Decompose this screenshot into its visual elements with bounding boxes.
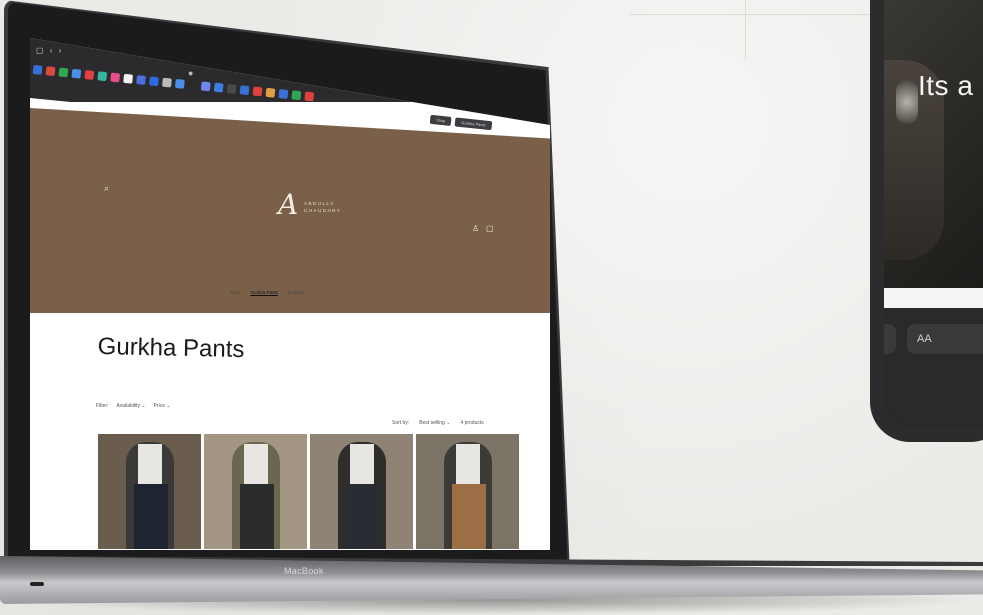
filter-label: Filter: [96,403,109,409]
product-shirt [138,444,162,489]
background-line [630,14,875,15]
bookmark-icon[interactable] [213,82,224,93]
bookmark-icon[interactable] [200,80,211,91]
bookmark-icon[interactable] [252,86,263,96]
product-pants [346,484,380,549]
bookmark-icon[interactable] [32,64,43,75]
filter-price-dropdown[interactable]: Price ⌄ [154,403,171,409]
watch-icon [896,80,918,124]
bookmark-icon[interactable] [226,83,237,94]
bookmark-icon[interactable] [45,65,56,76]
bookmark-icon[interactable] [58,67,69,77]
background-line [745,0,746,60]
product-pants [240,484,274,549]
phone-back-button[interactable] [884,324,896,354]
product-shirt [244,444,268,489]
bookmark-icon[interactable] [278,88,289,99]
bookmark-icon[interactable] [110,72,121,82]
phone-tagline: Its a [918,70,974,101]
product-shirt [456,444,480,489]
product-pants [134,484,168,549]
product-card[interactable] [416,434,519,549]
phone-screen: AA [884,0,983,428]
product-card[interactable] [204,434,307,549]
search-icon[interactable]: ⌕ [104,183,109,194]
sort-bar: Sort by: Best selling ⌄ 4 products [392,420,484,426]
text-size-button[interactable]: AA [907,324,983,354]
page-title: Gurkha Pants [97,333,245,364]
filter-bar: Filter: Availability ⌄ Price ⌄ [96,403,171,409]
product-grid [98,434,519,549]
usb-port [30,582,44,586]
phone-content-strip [884,288,983,308]
bookmark-icon[interactable] [71,68,82,79]
bookmark-icon[interactable] [149,75,159,86]
bookmark-icon[interactable] [84,69,95,80]
bookmark-icon[interactable] [123,73,134,84]
bookmark-icon[interactable] [162,77,172,87]
logo-monogram: A [278,188,299,221]
bookmark-icon[interactable] [136,74,147,85]
sort-label: Sort by: [392,420,410,426]
window-controls-icon[interactable]: ▢ ‹ › [36,46,63,55]
product-pants [452,484,486,549]
bookmark-icon[interactable] [175,78,185,89]
nav-item-contact[interactable]: Contact [288,290,304,295]
cart-icon[interactable]: ▢ [486,224,494,233]
bookmark-icon[interactable] [265,87,276,98]
account-icon[interactable]: ♙ [472,224,479,233]
product-count: 4 products [460,420,484,426]
product-card[interactable] [310,434,413,549]
bookmark-icon[interactable] [239,84,250,95]
sort-select[interactable]: Best selling ⌄ [419,420,450,426]
nav-item-shop[interactable]: Shop [230,290,241,295]
product-shirt [350,444,374,489]
phone-browser-toolbar: AA [884,308,983,428]
bookmark-icon[interactable] [304,91,315,101]
logo-brand-text: ABDULLA CHAUDHRY [304,201,342,213]
store-nav: Shop Gurkha Pants Contact [230,290,304,295]
device-label: MacBook [284,566,324,576]
filter-availability-dropdown[interactable]: Availability ⌄ [117,403,146,409]
bookmark-icon[interactable] [291,89,302,100]
bookmark-icon[interactable] [187,79,198,90]
product-card[interactable] [98,434,201,549]
laptop-screen: ▢ ‹ › ● gurkhapants.com [30,38,550,550]
browser-tab[interactable]: Shop [429,114,452,126]
bookmark-icon[interactable] [97,70,108,81]
apple-icon: ● [188,68,194,78]
nav-item-gurkha-pants[interactable]: Gurkha Pants [251,290,279,295]
store-logo[interactable]: A ABDULLA CHAUDHRY [278,188,342,238]
